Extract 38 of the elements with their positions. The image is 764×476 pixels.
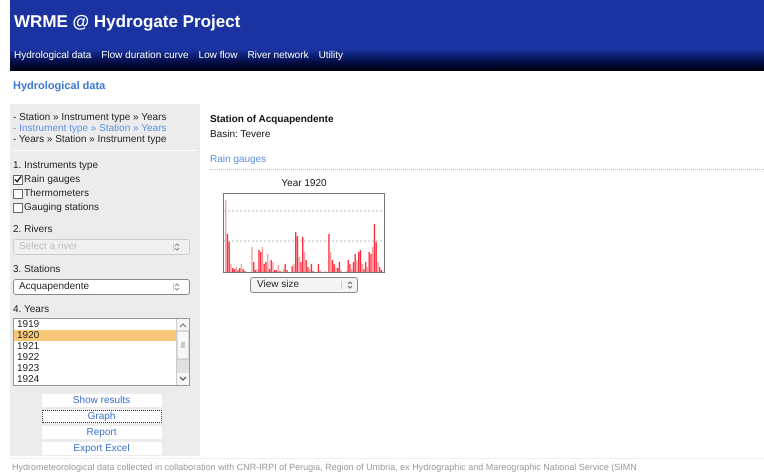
site-title: WRME @ Hydrogate Project bbox=[13, 11, 242, 33]
section-heading: 2. Rivers bbox=[13, 222, 54, 236]
year-option[interactable]: 1922 bbox=[14, 352, 176, 362]
navigation-path-link[interactable]: - Years » Station » Instrument type bbox=[13, 134, 197, 144]
checkbox-option[interactable]: Rain gauges bbox=[13, 172, 197, 186]
section-heading: 4. Years bbox=[13, 302, 50, 316]
nav-link[interactable]: Hydrological data bbox=[14, 48, 92, 63]
year-option[interactable]: 1919 bbox=[14, 318, 176, 330]
graph-title: Year 1920 bbox=[281, 176, 327, 190]
nav-link[interactable]: Flow duration curve bbox=[101, 48, 189, 63]
up-down-arrows-icon bbox=[346, 280, 352, 288]
footer-note: Hydrometeorological data collected in collaboration with CNR-IRPI of Perugia, Region of Umbria, ex Hydrographic and Mareographic National Service (SIMN bbox=[12, 462, 638, 472]
section-heading: 3. Stations bbox=[13, 262, 62, 276]
scrollbar[interactable] bbox=[176, 318, 189, 384]
station-title: Station of Acquapendente bbox=[210, 112, 335, 126]
up-down-arrows-icon bbox=[174, 242, 180, 250]
section-heading: 1. Instruments type bbox=[13, 158, 100, 172]
nav-link[interactable]: Utility bbox=[318, 48, 344, 63]
view-size-select[interactable]: View size bbox=[250, 276, 358, 292]
action-button[interactable]: Report bbox=[42, 426, 162, 438]
up-down-arrows-icon bbox=[174, 282, 180, 290]
year-option[interactable]: 1920 bbox=[14, 330, 176, 340]
checkbox-option[interactable]: Gauging stations bbox=[13, 200, 197, 214]
checkmark-icon bbox=[14, 175, 22, 184]
navigation-path-link[interactable]: - Station » Instrument type » Years bbox=[13, 112, 197, 122]
action-button[interactable]: Graph bbox=[42, 410, 162, 422]
page-title: Hydrological data bbox=[13, 79, 106, 94]
year-option[interactable]: 1921 bbox=[14, 340, 176, 352]
action-button[interactable]: Export Excel bbox=[42, 442, 162, 454]
nav-link[interactable]: Low flow bbox=[198, 48, 238, 63]
year-list[interactable]: 1919 1920 1921 1922 1923 1924 bbox=[13, 318, 190, 386]
nav-link[interactable]: River network bbox=[247, 48, 309, 63]
action-button[interactable]: Show results bbox=[42, 394, 162, 406]
year-option[interactable]: 1924 bbox=[14, 374, 176, 384]
year-option[interactable]: 1923 bbox=[14, 362, 176, 374]
dropdown-select[interactable]: Acquapendente bbox=[13, 278, 190, 294]
checkbox-option[interactable]: Thermometers bbox=[13, 186, 197, 200]
basin-label: Basin: Tevere bbox=[210, 128, 272, 142]
